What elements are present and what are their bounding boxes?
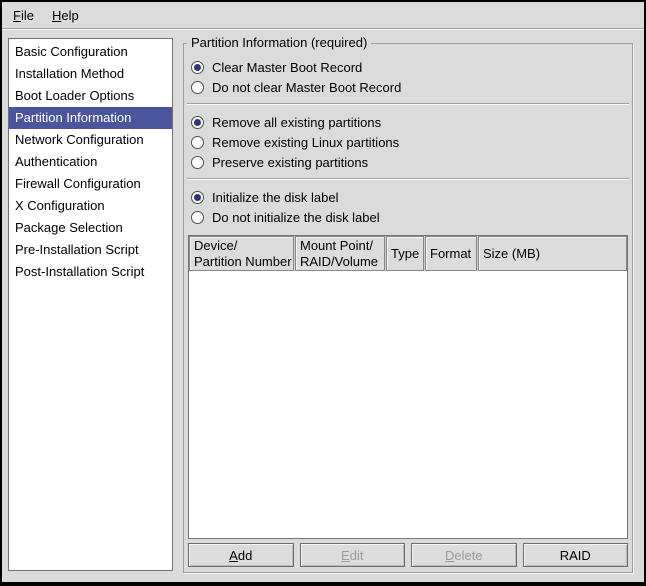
kickstart-configurator-window: File Help Basic Configuration Installati… [0,0,646,586]
partitions-table-header: Device/ Partition Number Mount Point/ RA… [189,236,627,271]
radio-remove-linux-partitions[interactable]: Remove existing Linux partitions [187,132,629,152]
menu-file-mnemonic: F [13,8,21,23]
radio-initialize-disk-label-label: Initialize the disk label [212,190,338,205]
partition-actions: Add Edit Delete RAID [187,543,629,567]
radio-remove-all-partitions[interactable]: Remove all existing partitions [187,112,629,132]
radio-preserve-partitions-label: Preserve existing partitions [212,155,368,170]
radio-do-not-initialize-disk-label[interactable]: Do not initialize the disk label [187,207,629,227]
sidebar-item-installation-method[interactable]: Installation Method [9,63,172,85]
radio-remove-all-partitions-label: Remove all existing partitions [212,115,381,130]
menu-help[interactable]: Help [43,4,88,27]
sidebar-item-x-configuration[interactable]: X Configuration [9,195,172,217]
menu-help-label: elp [61,8,78,23]
horizontal-separator [187,103,629,105]
raid-button[interactable]: RAID [523,543,629,567]
radio-clear-mbr-label: Clear Master Boot Record [212,60,362,75]
column-header-type[interactable]: Type [386,236,424,271]
sidebar-item-boot-loader-options[interactable]: Boot Loader Options [9,85,172,107]
sidebar-item-pre-installation-script[interactable]: Pre-Installation Script [9,239,172,261]
radio-button-icon [191,61,204,74]
sidebar-item-firewall-configuration[interactable]: Firewall Configuration [9,173,172,195]
column-header-size-mb[interactable]: Size (MB) [478,236,627,271]
sidebar-item-package-selection[interactable]: Package Selection [9,217,172,239]
radio-preserve-partitions[interactable]: Preserve existing partitions [187,152,629,172]
sidebar-item-network-configuration[interactable]: Network Configuration [9,129,172,151]
horizontal-separator [187,178,629,180]
window-body: Basic Configuration Installation Method … [2,31,644,582]
radio-do-not-initialize-disk-label-label: Do not initialize the disk label [212,210,380,225]
edit-button[interactable]: Edit [300,543,406,567]
radio-clear-mbr[interactable]: Clear Master Boot Record [187,57,629,77]
menu-file-label: ile [21,8,34,23]
radio-button-icon [191,116,204,129]
menu-file[interactable]: File [4,4,43,27]
column-header-device-partition-number[interactable]: Device/ Partition Number [189,236,294,271]
radio-button-icon [191,136,204,149]
radio-do-not-clear-mbr[interactable]: Do not clear Master Boot Record [187,77,629,97]
add-button[interactable]: Add [188,543,294,567]
sidebar-item-partition-information[interactable]: Partition Information [9,107,172,129]
menu-help-mnemonic: H [52,8,61,23]
radio-button-icon [191,81,204,94]
radio-button-icon [191,191,204,204]
sidebar-item-authentication[interactable]: Authentication [9,151,172,173]
sidebar-item-basic-configuration[interactable]: Basic Configuration [9,41,172,63]
section-list: Basic Configuration Installation Method … [8,38,173,571]
radio-do-not-clear-mbr-label: Do not clear Master Boot Record [212,80,401,95]
delete-button[interactable]: Delete [411,543,517,567]
frame-title: Partition Information (required) [187,35,371,51]
radio-button-icon [191,156,204,169]
column-header-format[interactable]: Format [425,236,477,271]
sidebar-item-post-installation-script[interactable]: Post-Installation Script [9,261,172,283]
column-header-mount-point-raid-volume[interactable]: Mount Point/ RAID/Volume [295,236,385,271]
radio-remove-linux-partitions-label: Remove existing Linux partitions [212,135,399,150]
menubar: File Help [2,2,644,29]
partitions-table: Device/ Partition Number Mount Point/ RA… [188,235,628,539]
partition-information-frame: Partition Information (required) Clear M… [183,43,633,573]
partitions-table-body[interactable] [189,271,627,538]
radio-button-icon [191,211,204,224]
radio-initialize-disk-label[interactable]: Initialize the disk label [187,187,629,207]
